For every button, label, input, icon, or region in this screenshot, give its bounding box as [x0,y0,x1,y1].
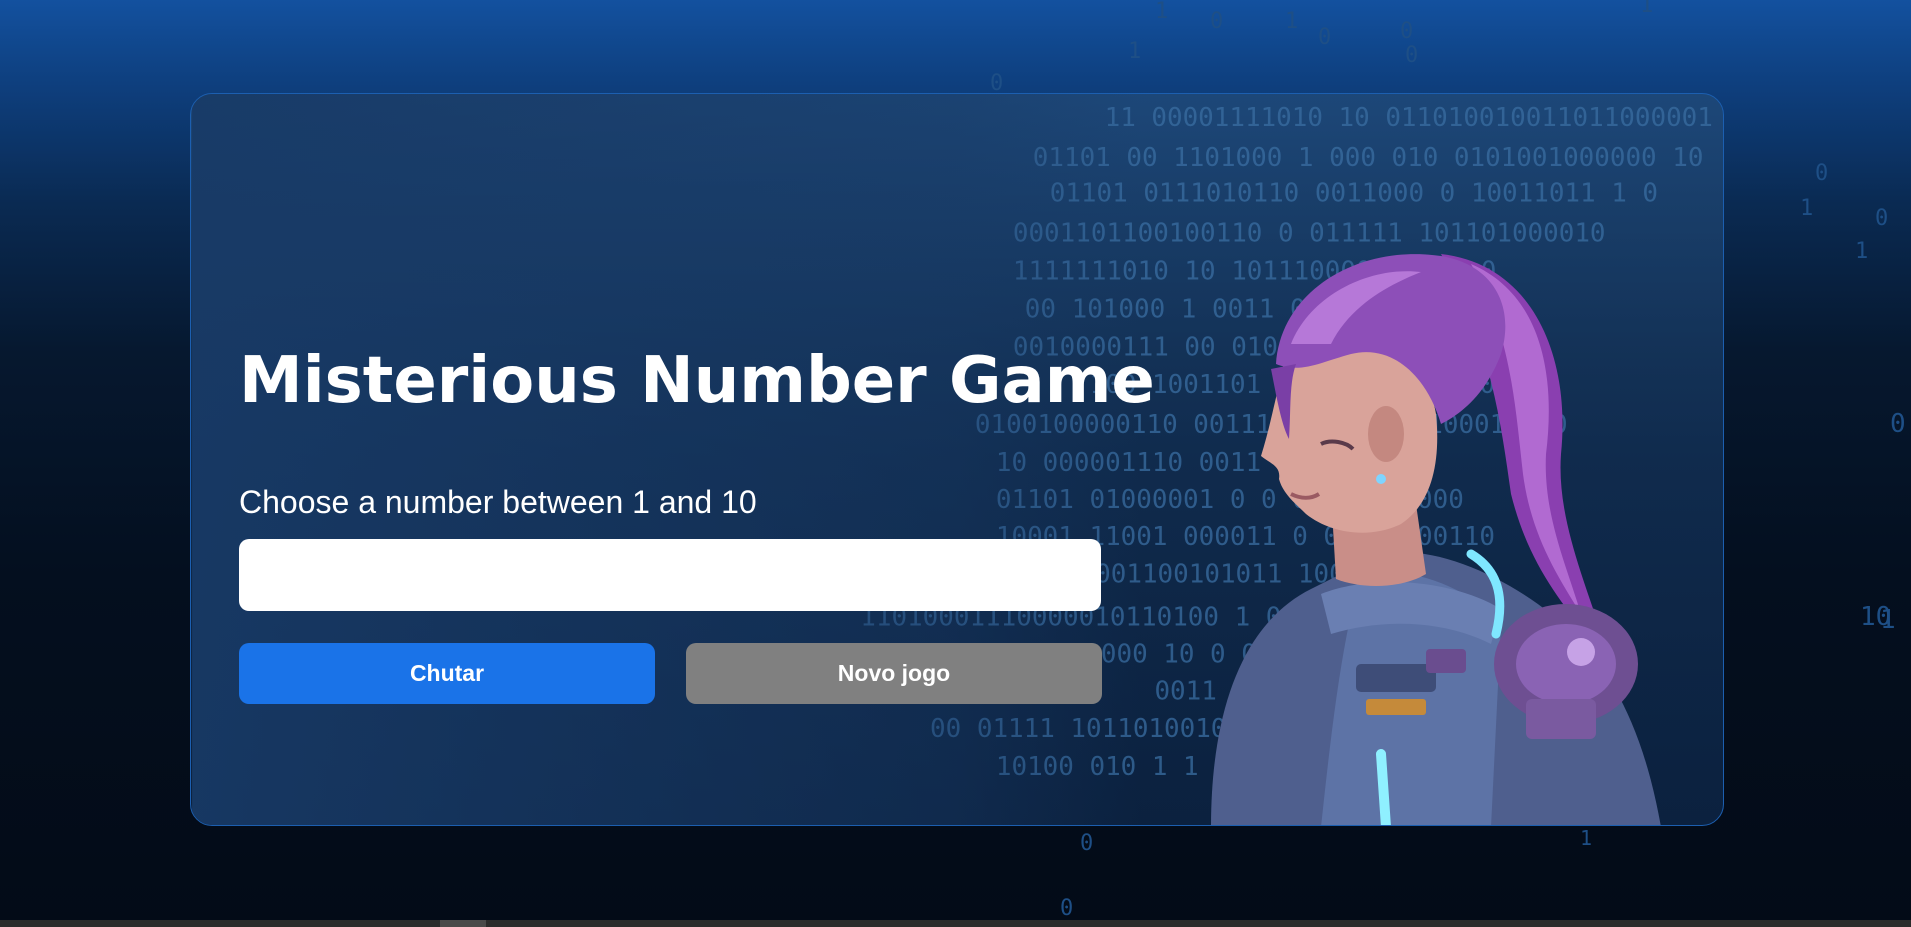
svg-text:0: 0 [1405,43,1418,68]
svg-text:0: 0 [1080,831,1093,856]
guess-button[interactable]: Chutar [239,643,655,704]
svg-text:1: 1 [1880,605,1896,635]
page-title: Misterious Number Game [239,344,1155,418]
svg-text:0: 0 [1400,19,1413,44]
svg-text:1: 1 [1285,9,1298,34]
svg-text:0: 0 [1210,9,1223,34]
svg-text:1: 1 [1580,826,1592,850]
svg-text:1: 1 [1800,196,1813,221]
taskbar [0,920,1911,927]
svg-text:0: 0 [1060,896,1073,921]
guess-input[interactable] [239,539,1101,611]
svg-text:0: 0 [1890,409,1906,439]
svg-text:0: 0 [1318,25,1331,50]
svg-text:1: 1 [1855,239,1868,264]
svg-text:1: 1 [1640,0,1653,18]
taskbar-item[interactable] [440,920,486,927]
svg-text:10: 10 [1860,602,1891,632]
number-prompt-label: Choose a number between 1 and 10 [239,484,757,520]
svg-text:0: 0 [1815,161,1828,186]
astronaut-woman-illustration [1211,254,1661,825]
new-game-button[interactable]: Novo jogo [686,643,1102,704]
svg-text:1: 1 [1128,39,1141,64]
svg-text:0: 0 [1875,206,1888,231]
game-card: 11 00001111010 10 011010010011011000001 … [190,93,1724,826]
svg-text:1: 1 [1155,0,1168,24]
